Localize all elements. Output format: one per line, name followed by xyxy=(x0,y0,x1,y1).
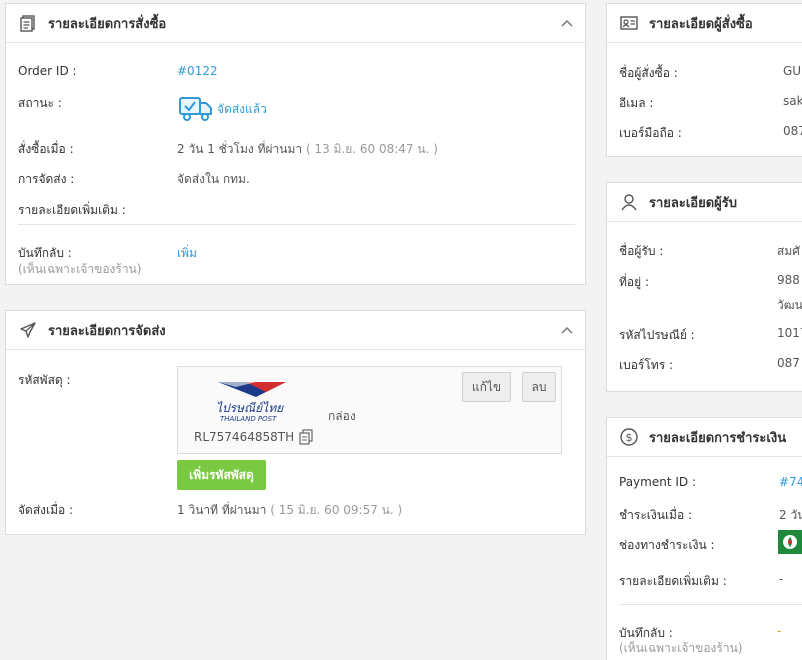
order-details-panel: รายละเอียดการสั่งซื้อ Order ID : #0122 ส… xyxy=(5,3,586,285)
paid-at-value: 2 วัน xyxy=(779,508,802,522)
payment-note-value: - xyxy=(777,624,782,638)
recipient-address-line2: วัฒน xyxy=(777,298,802,312)
status-label: สถานะ : xyxy=(18,96,62,110)
buyer-details-title: รายละเอียดผู้สั่งซื้อ xyxy=(649,16,753,32)
order-details-title: รายละเอียดการสั่งซื้อ xyxy=(48,16,167,32)
recipient-details-header: รายละเอียดผู้รับ xyxy=(607,183,802,222)
package-type: กล่อง xyxy=(328,409,356,423)
payment-id-link[interactable]: #74 xyxy=(779,475,802,489)
ordered-at-value: 2 วัน 1 ชั่วโมง ที่ผ่านมา ( 13 มิ.ย. 60 … xyxy=(177,140,438,159)
paid-at-label: ชำระเงินเมื่อ : xyxy=(619,508,693,522)
delivery-value: จัดส่งใน กทม. xyxy=(177,172,250,186)
recipient-address-line1: 988 xyxy=(777,273,800,287)
order-id-label: Order ID : xyxy=(18,64,77,78)
recipient-phone-label: เบอร์โทร : xyxy=(619,358,674,372)
recipient-details-title: รายละเอียดผู้รับ xyxy=(649,195,738,211)
shipped-relative-time: 1 วินาที ที่ผ่านมา xyxy=(177,503,267,517)
add-tracking-button[interactable]: เพิ่มรหัสพัสดุ xyxy=(177,460,266,490)
buyer-name-value: GU xyxy=(783,64,802,78)
airplane-icon xyxy=(18,320,38,340)
tracking-card: ไปรษณีย์ไทย THAILAND POST กล่อง RL757464… xyxy=(177,366,562,454)
divider xyxy=(619,604,802,605)
tracking-number: RL757464858TH xyxy=(194,430,295,444)
buyer-details-header: รายละเอียดผู้สั่งซื้อ xyxy=(607,4,802,43)
tracking-label: รหัสพัสดุ : xyxy=(18,373,71,387)
recipient-name-label: ชื่อผู้รับ : xyxy=(619,244,664,258)
buyer-details-panel: รายละเอียดผู้สั่งซื้อ ชื่อผู้สั่งซื้อ : … xyxy=(606,3,802,157)
delete-tracking-button[interactable]: ลบ xyxy=(522,372,556,402)
payment-note-sub: (เห็นเฉพาะเจ้าของร้าน) xyxy=(619,641,743,655)
document-icon xyxy=(18,13,38,33)
svg-text:$: $ xyxy=(626,431,633,444)
shipped-date: ( 15 มิ.ย. 60 09:57 น. ) xyxy=(270,503,403,517)
ordered-at-label: สั่งซื้อเมื่อ : xyxy=(18,142,74,156)
payment-channel-label: ช่องทางชำระเงิน : xyxy=(619,538,715,552)
copy-icon[interactable] xyxy=(298,429,314,445)
bank-logo-icon xyxy=(778,530,802,554)
delivery-label: การจัดส่ง : xyxy=(18,172,75,186)
order-id-link[interactable]: #0122 xyxy=(177,64,218,78)
ordered-date: ( 13 มิ.ย. 60 08:47 น. ) xyxy=(305,142,438,156)
dollar-icon: $ xyxy=(619,427,639,447)
shipped-at-label: จัดส่งเมื่อ : xyxy=(18,503,74,517)
payment-details-title: รายละเอียดการชำระเงิน xyxy=(649,430,787,446)
recipient-address-label: ที่อยู่ : xyxy=(619,275,650,289)
id-card-icon xyxy=(619,13,639,33)
buyer-name-label: ชื่อผู้สั่งซื้อ : xyxy=(619,66,678,80)
thailand-post-logo: ไปรษณีย์ไทย THAILAND POST xyxy=(216,379,294,423)
user-icon xyxy=(619,192,639,212)
shipped-at-value: 1 วินาที ที่ผ่านมา ( 15 มิ.ย. 60 09:57 น… xyxy=(177,501,402,520)
status-value: จัดส่งแล้ว xyxy=(217,102,267,116)
payment-extra-label: รายละเอียดเพิ่มเติม : xyxy=(619,574,727,588)
chevron-up-icon[interactable] xyxy=(559,15,575,31)
private-note-sub: (เห็นเฉพาะเจ้าของร้าน) xyxy=(18,262,142,276)
recipient-postal-value: 1017 xyxy=(777,326,802,340)
ordered-relative-time: 2 วัน 1 ชั่วโมง ที่ผ่านมา xyxy=(177,142,303,156)
recipient-details-panel: รายละเอียดผู้รับ ชื่อผู้รับ : สมศั ที่อย… xyxy=(606,182,802,392)
delivery-truck-icon xyxy=(179,96,213,122)
recipient-postal-label: รหัสไปรษณีย์ : xyxy=(619,328,695,342)
edit-tracking-button[interactable]: แก้ไข xyxy=(462,372,511,402)
payment-details-panel: $ รายละเอียดการชำระเงิน Payment ID : #74… xyxy=(606,417,802,660)
shipping-details-panel: รายละเอียดการจัดส่ง รหัสพัสดุ : ไปรษณีย์… xyxy=(5,310,586,535)
payment-id-label: Payment ID : xyxy=(619,475,696,489)
carrier-logo-sub: THAILAND POST xyxy=(220,415,277,423)
chevron-up-icon[interactable] xyxy=(559,322,575,338)
shipping-details-title: รายละเอียดการจัดส่ง xyxy=(48,323,166,339)
extra-details-label: รายละเอียดเพิ่มเติม : xyxy=(18,203,126,217)
recipient-phone-value: 087 xyxy=(777,356,800,370)
payment-extra-value: - xyxy=(779,572,784,586)
buyer-phone-label: เบอร์มือถือ : xyxy=(619,126,682,140)
add-note-link[interactable]: เพิ่ม xyxy=(177,244,197,263)
carrier-logo-text: ไปรษณีย์ไทย xyxy=(216,401,284,415)
buyer-phone-value: 087 xyxy=(783,124,802,138)
shipping-details-header[interactable]: รายละเอียดการจัดส่ง xyxy=(6,311,585,350)
divider xyxy=(18,224,575,225)
buyer-email-label: อีเมล : xyxy=(619,96,654,110)
order-details-header[interactable]: รายละเอียดการสั่งซื้อ xyxy=(6,4,585,43)
recipient-name-value: สมศั xyxy=(777,244,800,258)
buyer-email-value: sak xyxy=(783,94,802,108)
payment-details-header: $ รายละเอียดการชำระเงิน xyxy=(607,418,802,457)
